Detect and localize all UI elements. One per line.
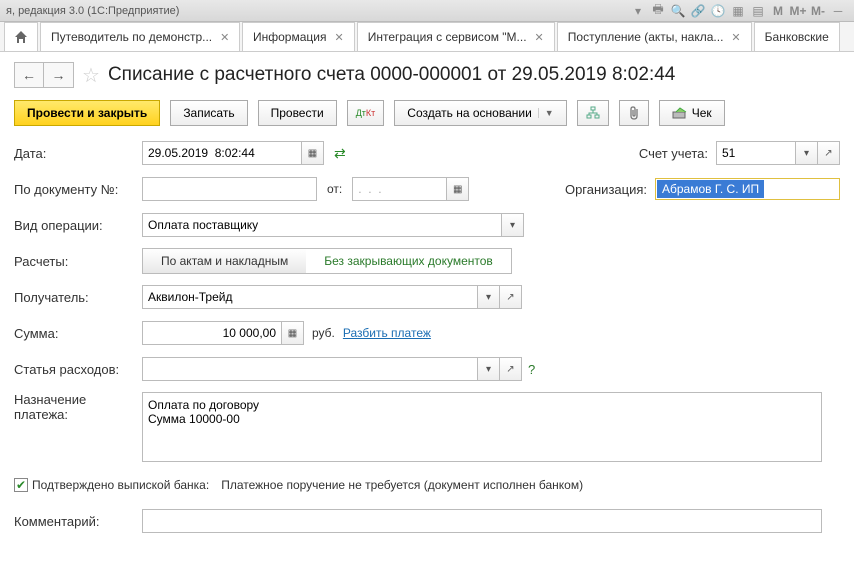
forward-button[interactable]: → [44, 62, 74, 88]
window-titlebar: я, редакция 3.0 (1С:Предприятие) ▾ 🖶 🔍 🔗… [0, 0, 854, 22]
tree-icon [586, 106, 600, 120]
create-based-button[interactable]: Создать на основании▼ [394, 100, 566, 126]
tab-receipt[interactable]: Поступление (акты, накла...✕ [557, 22, 752, 51]
favorite-icon[interactable]: ☆ [82, 63, 100, 88]
dropdown-button[interactable]: ▾ [478, 357, 500, 381]
purpose-textarea[interactable]: Оплата по договору Сумма 10000-00 [142, 392, 822, 462]
confirmed-checkbox[interactable]: ✔ [14, 478, 28, 492]
nav-row: ← → ☆ Списание с расчетного счета 0000-0… [14, 62, 840, 88]
expense-label: Статья расходов: [14, 362, 142, 377]
home-tab[interactable] [4, 22, 38, 51]
page-title: Списание с расчетного счета 0000-000001 … [108, 64, 675, 86]
purpose-label: Назначение платежа: [14, 392, 142, 422]
amount-label: Сумма: [14, 326, 142, 341]
structure-button[interactable] [577, 100, 609, 126]
optype-label: Вид операции: [14, 218, 142, 233]
calendar-button[interactable]: ▦ [302, 141, 324, 165]
dropdown-button[interactable]: ▾ [478, 285, 500, 309]
tab-info[interactable]: Информация✕ [242, 22, 355, 51]
amount-input[interactable] [142, 321, 282, 345]
print-icon[interactable]: 🖶 [649, 3, 667, 19]
account-input[interactable] [716, 141, 796, 165]
calc-button[interactable]: ▦ [282, 321, 304, 345]
open-button[interactable]: ↗ [500, 285, 522, 309]
calendar-button[interactable]: ▦ [447, 177, 469, 201]
clock-icon[interactable]: 🕓 [709, 3, 727, 19]
tab-bar: Путеводитель по демонстр...✕ Информация✕… [0, 22, 854, 52]
dropdown-button[interactable]: ▾ [502, 213, 524, 237]
confirmed-label: Подтверждено выпиской банка: [32, 478, 209, 492]
conduct-button[interactable]: Провести [258, 100, 337, 126]
back-button[interactable]: ← [14, 62, 44, 88]
docno-input[interactable] [142, 177, 317, 201]
optype-input[interactable] [142, 213, 502, 237]
open-button[interactable]: ↗ [500, 357, 522, 381]
payment-order-text: Платежное поручение не требуется (докуме… [221, 478, 583, 492]
calc-tab-noclose[interactable]: Без закрывающих документов [306, 249, 511, 273]
calc-tab-acts[interactable]: По актам и накладным [143, 249, 306, 273]
attach-button[interactable] [619, 100, 649, 126]
home-icon [13, 29, 29, 45]
calendar-icon[interactable]: ▤ [749, 3, 767, 19]
currency-label: руб. [312, 326, 335, 340]
cheque-button[interactable]: Чек [659, 100, 725, 126]
refresh-icon[interactable]: ⇄ [334, 145, 346, 162]
receipt-icon [672, 107, 688, 119]
app-title: я, редакция 3.0 (1С:Предприятие) [6, 5, 179, 17]
close-icon[interactable]: ✕ [220, 31, 229, 44]
write-button[interactable]: Записать [170, 100, 247, 126]
m-icon[interactable]: M [769, 3, 787, 19]
tab-integration[interactable]: Интеграция с сервисом "М...✕ [357, 22, 555, 51]
calc-label: Расчеты: [14, 254, 142, 269]
close-icon[interactable]: ✕ [334, 31, 343, 44]
close-icon[interactable]: ✕ [731, 31, 740, 44]
from-label: от: [327, 182, 342, 196]
calc-tabs: По актам и накладным Без закрывающих док… [142, 248, 512, 274]
dropdown-icon[interactable]: ▾ [629, 3, 647, 19]
content-area: ← → ☆ Списание с расчетного счета 0000-0… [0, 52, 854, 554]
dtkt-button[interactable]: ДтКт [347, 100, 385, 126]
comment-label: Комментарий: [14, 514, 142, 529]
paperclip-icon [628, 106, 640, 120]
open-button[interactable]: ↗ [818, 141, 840, 165]
organization-field[interactable]: Абрамов Г. С. ИП [655, 178, 840, 200]
organization-value: Абрамов Г. С. ИП [657, 180, 764, 198]
help-icon[interactable]: ? [528, 362, 535, 377]
tab-bank[interactable]: Банковские [754, 22, 840, 51]
date-label: Дата: [14, 146, 142, 161]
account-label: Счет учета: [618, 146, 708, 161]
minimize-icon[interactable]: ─ [829, 3, 847, 19]
recipient-input[interactable] [142, 285, 478, 309]
recipient-label: Получатель: [14, 290, 142, 305]
tab-guide[interactable]: Путеводитель по демонстр...✕ [40, 22, 240, 51]
toolbar: Провести и закрыть Записать Провести ДтК… [14, 100, 840, 126]
organization-label: Организация: [557, 182, 647, 197]
docfrom-input[interactable] [352, 177, 447, 201]
date-input[interactable] [142, 141, 302, 165]
calc-icon[interactable]: ▦ [729, 3, 747, 19]
m-plus-icon[interactable]: M+ [789, 3, 807, 19]
link-icon[interactable]: 🔗 [689, 3, 707, 19]
m-minus-icon[interactable]: M- [809, 3, 827, 19]
split-payment-link[interactable]: Разбить платеж [343, 326, 431, 340]
comment-input[interactable] [142, 509, 822, 533]
close-icon[interactable]: ✕ [535, 31, 544, 44]
docno-label: По документу №: [14, 182, 142, 197]
dropdown-button[interactable]: ▾ [796, 141, 818, 165]
conduct-close-button[interactable]: Провести и закрыть [14, 100, 160, 126]
expense-input[interactable] [142, 357, 478, 381]
search-icon[interactable]: 🔍 [669, 3, 687, 19]
